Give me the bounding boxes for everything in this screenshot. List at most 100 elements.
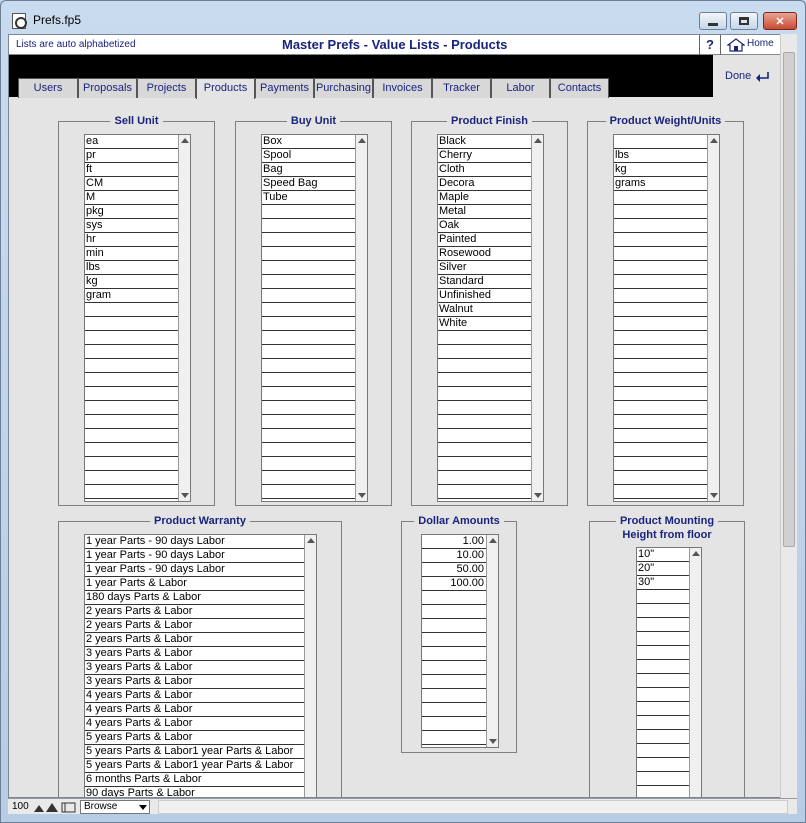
minimize-button[interactable] xyxy=(699,12,727,30)
list-item[interactable]: Painted xyxy=(438,233,531,247)
list-item[interactable] xyxy=(637,618,689,632)
list-item[interactable]: Spool xyxy=(262,149,355,163)
list-item[interactable] xyxy=(85,303,178,317)
list-item[interactable] xyxy=(438,443,531,457)
list-item[interactable] xyxy=(614,345,707,359)
tab-proposals[interactable]: Proposals xyxy=(78,78,137,98)
buy-unit-list[interactable]: Box Spool Bag Speed Bag Tube xyxy=(261,134,368,502)
list-item[interactable] xyxy=(614,317,707,331)
list-item[interactable] xyxy=(85,429,178,443)
done-button[interactable]: Done xyxy=(713,68,789,88)
scroll-down-icon[interactable] xyxy=(710,493,718,498)
list-item[interactable]: 4 years Parts & Labor xyxy=(85,703,304,717)
list-item[interactable] xyxy=(637,786,689,797)
list-item[interactable]: 4 years Parts & Labor xyxy=(85,689,304,703)
scroll-up-icon[interactable] xyxy=(358,138,366,143)
list-item[interactable] xyxy=(614,457,707,471)
list-item[interactable] xyxy=(438,345,531,359)
scroll-up-icon[interactable] xyxy=(710,138,718,143)
buy-unit-scrollbar[interactable] xyxy=(355,135,367,501)
list-item[interactable] xyxy=(637,744,689,758)
tab-labor[interactable]: Labor xyxy=(491,78,550,98)
list-item[interactable] xyxy=(438,471,531,485)
list-item[interactable]: 1 year Parts - 90 days Labor xyxy=(85,549,304,563)
product-finish-list[interactable]: Black Cherry Cloth Decora Maple Metal Oak Paint… xyxy=(437,134,544,502)
list-item[interactable]: Black xyxy=(438,135,531,149)
list-item[interactable] xyxy=(637,660,689,674)
list-item[interactable]: 10.00 xyxy=(422,549,486,563)
list-item[interactable]: Maple xyxy=(438,191,531,205)
list-item[interactable] xyxy=(614,387,707,401)
tab-products[interactable]: Products xyxy=(196,78,255,99)
list-item[interactable]: Silver xyxy=(438,261,531,275)
scroll-up-icon[interactable] xyxy=(489,538,497,543)
zoom-level[interactable]: 100 xyxy=(12,801,29,812)
list-item[interactable]: ea xyxy=(85,135,178,149)
list-item[interactable]: 1.00 xyxy=(422,535,486,549)
list-item[interactable] xyxy=(262,345,355,359)
list-item[interactable]: 1 year Parts - 90 days Labor xyxy=(85,535,304,549)
tab-users[interactable]: Users xyxy=(18,78,78,98)
list-item[interactable]: gram xyxy=(85,289,178,303)
list-item[interactable]: Oak xyxy=(438,219,531,233)
list-item[interactable] xyxy=(262,387,355,401)
list-item[interactable] xyxy=(85,359,178,373)
scroll-up-icon[interactable] xyxy=(692,551,700,556)
product-finish-scrollbar[interactable] xyxy=(531,135,543,501)
list-item[interactable]: ft xyxy=(85,163,178,177)
list-item[interactable]: 1 year Parts - 90 days Labor xyxy=(85,563,304,577)
list-item[interactable]: Tube xyxy=(262,191,355,205)
list-item[interactable] xyxy=(438,331,531,345)
list-item[interactable]: 2 years Parts & Labor xyxy=(85,619,304,633)
list-item[interactable] xyxy=(85,415,178,429)
list-item[interactable]: Walnut xyxy=(438,303,531,317)
window-vertical-scrollbar[interactable] xyxy=(780,34,797,798)
tab-invoices[interactable]: Invoices xyxy=(373,78,432,98)
list-item[interactable] xyxy=(614,219,707,233)
list-item[interactable] xyxy=(262,401,355,415)
list-item[interactable] xyxy=(614,429,707,443)
list-item[interactable] xyxy=(614,275,707,289)
list-item[interactable]: Unfinished xyxy=(438,289,531,303)
mode-select[interactable]: Browse xyxy=(80,800,150,814)
list-item[interactable] xyxy=(438,401,531,415)
list-item[interactable] xyxy=(637,646,689,660)
list-item[interactable] xyxy=(637,688,689,702)
list-item[interactable] xyxy=(262,247,355,261)
list-item[interactable] xyxy=(438,387,531,401)
list-item[interactable]: 6 months Parts & Labor xyxy=(85,773,304,787)
list-item[interactable] xyxy=(85,401,178,415)
list-item[interactable] xyxy=(262,443,355,457)
list-item[interactable] xyxy=(637,604,689,618)
tab-contacts[interactable]: Contacts xyxy=(550,78,609,98)
list-item[interactable] xyxy=(422,731,486,745)
sell-unit-list[interactable]: ea pr ft CM Mpkg sys hr min lbs kg gram xyxy=(84,134,191,502)
list-item[interactable] xyxy=(85,387,178,401)
list-item[interactable]: Bag xyxy=(262,163,355,177)
scroll-up-icon[interactable] xyxy=(534,138,542,143)
list-item[interactable] xyxy=(637,772,689,786)
list-item[interactable]: 5 years Parts & Labor1 year Parts & Labo… xyxy=(85,759,304,773)
list-item[interactable] xyxy=(85,457,178,471)
list-item[interactable]: Rosewood xyxy=(438,247,531,261)
list-item[interactable]: kg xyxy=(85,275,178,289)
list-item[interactable] xyxy=(262,471,355,485)
list-item[interactable]: 30" xyxy=(637,576,689,590)
tab-projects[interactable]: Projects xyxy=(137,78,196,98)
list-item[interactable] xyxy=(614,331,707,345)
list-item[interactable] xyxy=(637,758,689,772)
list-item[interactable] xyxy=(637,632,689,646)
list-item[interactable]: 20" xyxy=(637,562,689,576)
list-item[interactable] xyxy=(438,415,531,429)
list-item[interactable]: 3 years Parts & Labor xyxy=(85,647,304,661)
list-item[interactable]: Cherry xyxy=(438,149,531,163)
list-item[interactable] xyxy=(85,331,178,345)
list-item[interactable] xyxy=(262,485,355,499)
list-item[interactable] xyxy=(422,605,486,619)
tab-purchasing[interactable]: Purchasing xyxy=(314,78,373,98)
list-item[interactable] xyxy=(85,345,178,359)
list-item[interactable] xyxy=(637,716,689,730)
list-item[interactable]: 100.00 xyxy=(422,577,486,591)
scroll-down-icon[interactable] xyxy=(534,493,542,498)
list-item[interactable]: 3 years Parts & Labor xyxy=(85,675,304,689)
